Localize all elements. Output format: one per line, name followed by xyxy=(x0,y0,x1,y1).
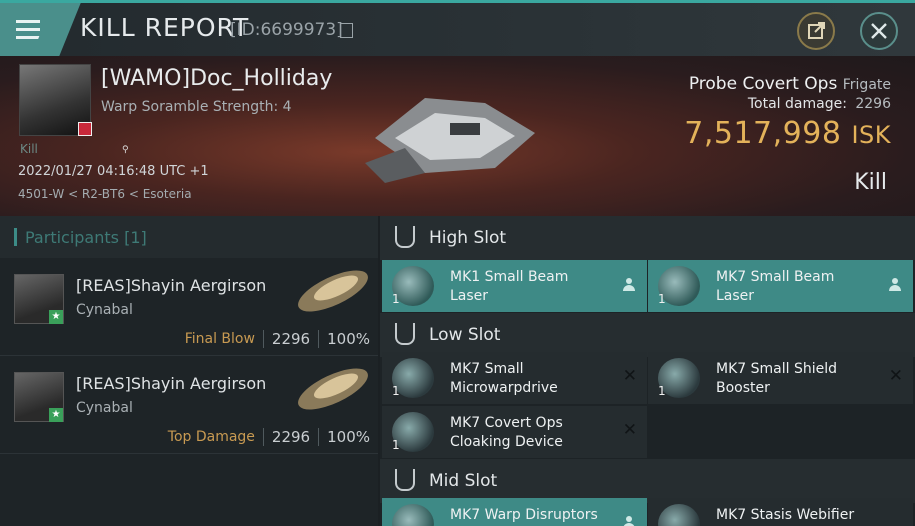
participant-ship: Cynabal xyxy=(76,302,133,318)
destroyed-icon: ✕ xyxy=(888,366,903,386)
participant-name: [REAS]Shayin Aergirson xyxy=(76,276,267,295)
module-item[interactable]: 1 MK7 Small Beam Laser xyxy=(648,260,913,312)
kill-summary: [WAMO]Doc_Holliday Warp Soramble Strengt… xyxy=(0,56,915,216)
participants-header: Participants [1] xyxy=(0,216,378,258)
hamburger-icon[interactable] xyxy=(0,3,56,56)
participant-ship-image[interactable] xyxy=(292,264,374,318)
top-bar: KILL REPORT [ID:6699973] xyxy=(0,0,915,56)
stasis-webifier-icon xyxy=(658,504,700,526)
module-item[interactable]: 1 MK7 Stasis Webifier xyxy=(648,498,913,526)
module-item[interactable]: 1 MK7 Covert Ops Cloaking Device ✕ xyxy=(382,406,647,458)
participant-stats: Top Damage 2296 100% xyxy=(167,428,370,446)
pilot-icon xyxy=(623,516,635,526)
warp-disruptor-icon xyxy=(392,504,434,526)
module-item[interactable]: 1 MK7 Warp Disruptors xyxy=(382,498,647,526)
warp-scramble-text: Warp Soramble Strength: 4 xyxy=(101,99,292,115)
copy-icon[interactable] xyxy=(340,23,353,38)
victim-ship-image[interactable] xyxy=(365,78,545,188)
participant-ship-image[interactable] xyxy=(292,362,374,416)
participant-row[interactable]: ★ [REAS]Shayin Aergirson Cynabal Top Dam… xyxy=(0,356,378,454)
participant-stats: Final Blow 2296 100% xyxy=(184,330,370,348)
isk-value: 7,517,998 ISK xyxy=(684,116,891,151)
low-slot-header: Low Slot xyxy=(380,313,915,357)
close-icon xyxy=(871,23,887,39)
share-icon xyxy=(808,22,825,39)
page-title: KILL REPORT xyxy=(80,13,250,42)
kill-location[interactable]: 4501-W < R2-BT6 < Esoteria xyxy=(18,187,192,201)
participant-name: [REAS]Shayin Aergirson xyxy=(76,374,267,393)
module-item[interactable]: 1 MK7 Small Microwarpdrive ✕ xyxy=(382,352,647,404)
pilot-icon xyxy=(623,278,635,292)
participant-row[interactable]: ★ [REAS]Shayin Aergirson Cynabal Final B… xyxy=(0,258,378,356)
kill-id: [ID:6699973] xyxy=(230,20,343,40)
total-damage: Total damage: 2296 xyxy=(747,96,891,112)
pilot-icon xyxy=(889,278,901,292)
victim-name[interactable]: [WAMO]Doc_Holliday xyxy=(101,66,332,91)
close-button[interactable] xyxy=(860,12,898,50)
mid-slot-icon xyxy=(395,469,415,491)
participant-ship: Cynabal xyxy=(76,400,133,416)
standing-badge xyxy=(78,122,92,136)
kill-datetime: 2022/01/27 04:16:48 UTC +1 xyxy=(18,164,209,179)
destroyed-icon: ✕ xyxy=(622,420,637,440)
high-slot-header: High Slot xyxy=(380,216,915,260)
participants-panel: Participants [1] ★ [REAS]Shayin Aergirso… xyxy=(0,216,378,526)
star-icon: ★ xyxy=(49,408,63,422)
search-icon: ⚲ xyxy=(122,145,129,155)
module-item[interactable]: 1 MK1 Small Beam Laser xyxy=(382,260,647,312)
share-button[interactable] xyxy=(797,12,835,50)
module-item[interactable]: 1 MK7 Small Shield Booster ✕ xyxy=(648,352,913,404)
kill-tag: Kill xyxy=(20,142,38,156)
destroyed-icon: ✕ xyxy=(622,366,637,386)
high-slot-icon xyxy=(395,226,415,248)
mid-slot-header: Mid Slot xyxy=(380,459,915,503)
star-icon: ★ xyxy=(49,310,63,324)
low-slot-icon xyxy=(395,323,415,345)
fitting-panel: High Slot 1 MK1 Small Beam Laser 1 MK7 S… xyxy=(380,216,915,526)
victim-ship-name: Probe Covert Ops Frigate xyxy=(688,74,891,94)
result-label: Kill xyxy=(854,170,887,195)
